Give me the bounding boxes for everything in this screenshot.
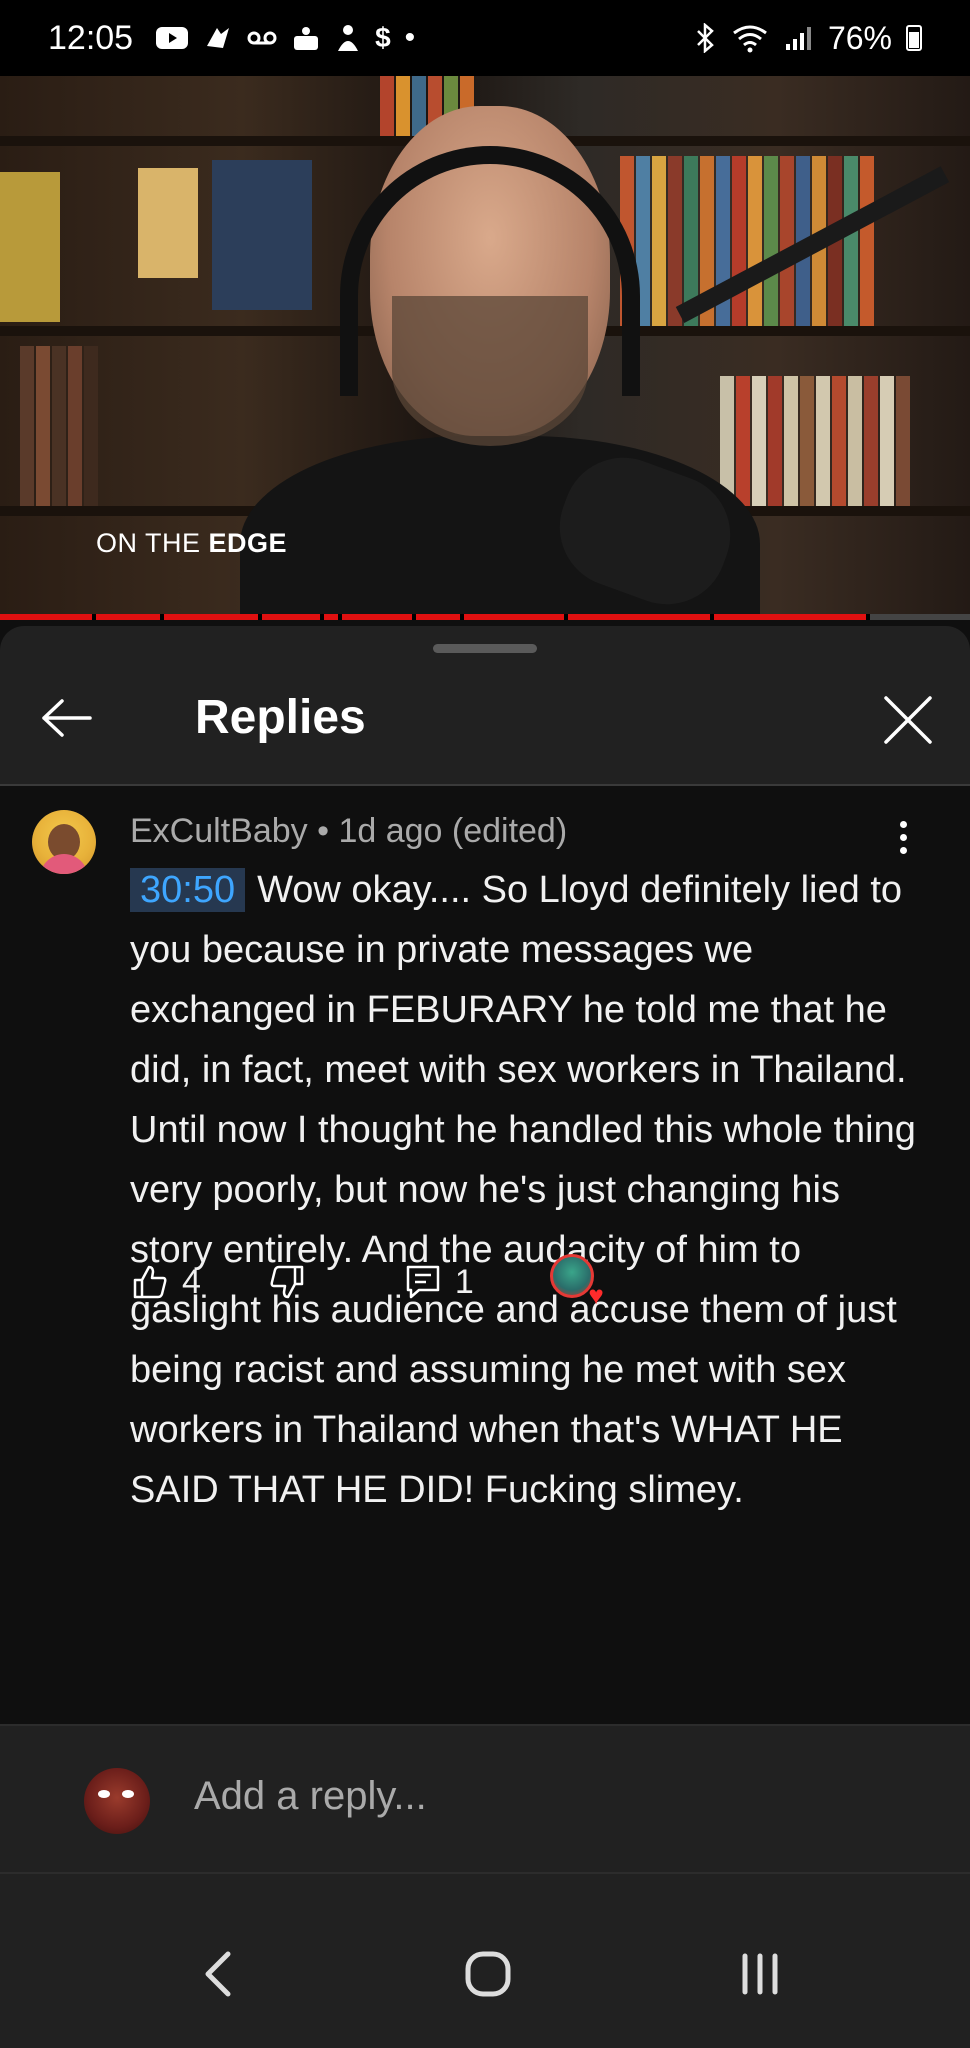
- dollar-icon: $: [375, 22, 391, 53]
- battery-icon: [906, 25, 922, 51]
- system-icons: 76%: [694, 20, 922, 57]
- book-display: [138, 168, 198, 278]
- comment-actions: 4 1 ♥: [130, 1252, 930, 1312]
- thumbs-down-icon: [270, 1265, 304, 1299]
- comment-meta: ExCultBaby • 1d ago (edited): [130, 812, 567, 851]
- add-reply-bar: [0, 1724, 970, 1874]
- creator-avatar: [549, 1254, 594, 1298]
- sheet-header: Replies: [0, 626, 970, 786]
- dislike-button[interactable]: [269, 1264, 305, 1300]
- heart-icon: ♥: [588, 1280, 604, 1310]
- system-nav-bar: [0, 1874, 970, 2048]
- voicemail-icon: [247, 31, 277, 45]
- watermark-bold: EDGE: [208, 528, 288, 558]
- wifi-icon: [733, 25, 767, 53]
- chapter-marks: [0, 614, 970, 620]
- book-display-2: [212, 160, 312, 310]
- reply-input[interactable]: [194, 1774, 894, 1819]
- dot-icon: •: [404, 21, 416, 54]
- sheet-title: Replies: [195, 691, 366, 744]
- close-button[interactable]: [876, 688, 940, 752]
- bluetooth-icon: [697, 23, 714, 53]
- nav-recents-button[interactable]: [720, 1934, 800, 2014]
- like-count: 4: [182, 1262, 201, 1301]
- nav-recents-icon: [742, 1953, 778, 1995]
- signal-icon: [785, 27, 811, 50]
- watermark-light: ON THE: [96, 528, 209, 558]
- nav-home-icon: [465, 1951, 511, 1997]
- thumbs-up-icon: [133, 1265, 167, 1299]
- author-avatar[interactable]: [32, 810, 96, 874]
- user-avatar: [84, 1768, 150, 1834]
- arrow-left-icon: [42, 699, 92, 737]
- app-icon: [207, 28, 230, 48]
- cake-icon: [294, 27, 319, 50]
- more-options-button[interactable]: [888, 812, 918, 862]
- creator-heart-badge: ♥: [549, 1254, 606, 1310]
- nav-home-button[interactable]: [448, 1934, 528, 2014]
- status-time: 12:05: [48, 18, 134, 57]
- timestamp-link[interactable]: 30:50: [130, 868, 246, 912]
- reply-count: 1: [454, 1262, 474, 1301]
- nav-back-button[interactable]: [178, 1934, 258, 2014]
- meta-separator: •: [307, 812, 339, 850]
- comment-text-body: Wow okay.... So Lloyd definitely lied to…: [130, 869, 916, 1511]
- comment-text: 30:50 Wow okay.... So Lloyd definitely li…: [130, 860, 930, 1520]
- comment: ExCultBaby • 1d ago (edited) 30:50 Wow ok…: [0, 802, 970, 1511]
- book-display-3: [0, 172, 60, 322]
- video-watermark: ON THE EDGE: [96, 528, 287, 559]
- close-icon: [884, 696, 932, 744]
- back-button[interactable]: [36, 688, 96, 748]
- books-lower-right: [720, 376, 910, 506]
- battery-percent: 76%: [827, 19, 892, 56]
- video-player[interactable]: ON THE EDGE: [0, 76, 970, 620]
- author-name[interactable]: ExCultBaby: [130, 812, 308, 850]
- replies-sheet: Replies ExCultBaby • 1d ago (edited) 30:…: [0, 626, 970, 2048]
- youtube-icon: [156, 27, 189, 49]
- comment-age: 1d ago (edited): [338, 812, 568, 850]
- drag-handle[interactable]: [433, 644, 537, 653]
- notification-icons: $ •: [155, 21, 415, 55]
- status-bar: 12:05 $ • 76%: [0, 0, 970, 76]
- comment-icon: [406, 1265, 440, 1299]
- app-icon-2: [338, 25, 359, 51]
- nav-back-icon: [205, 1951, 231, 1997]
- reply-button[interactable]: 1: [405, 1263, 474, 1302]
- books-left: [20, 346, 98, 506]
- like-button[interactable]: 4: [132, 1263, 201, 1302]
